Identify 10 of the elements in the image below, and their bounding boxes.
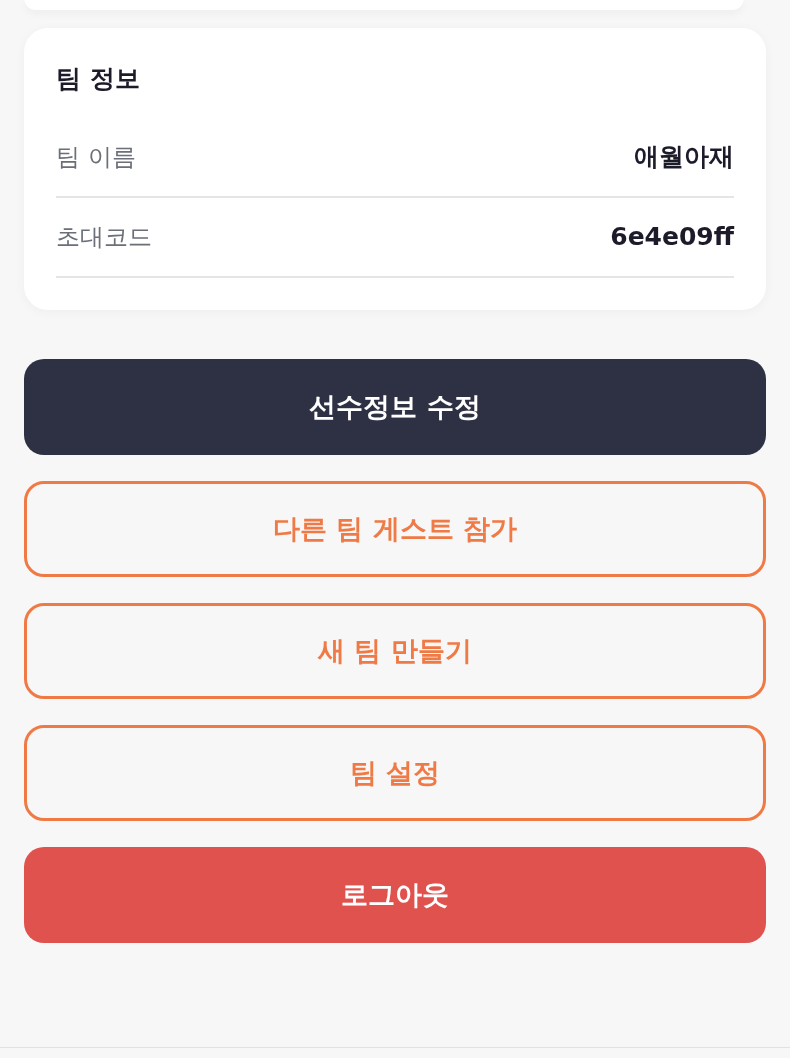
card-title: 팀 정보 [56,63,140,95]
team-action-button[interactable]: 새 팀 만들기 [24,603,766,699]
team-action-button[interactable]: 팀 설정 [24,725,766,821]
field-value: 애월아재 [634,141,734,174]
field-label: 팀 이름 [56,142,136,173]
field-value: 6e4e09ff [610,221,734,254]
field-label: 초대코드 [56,222,152,253]
team-action-button[interactable]: 다른 팀 게스트 참가 [24,481,766,577]
logout-button[interactable]: 로그아웃 [24,847,766,943]
edit-player-button[interactable]: 선수정보 수정 [24,359,766,455]
